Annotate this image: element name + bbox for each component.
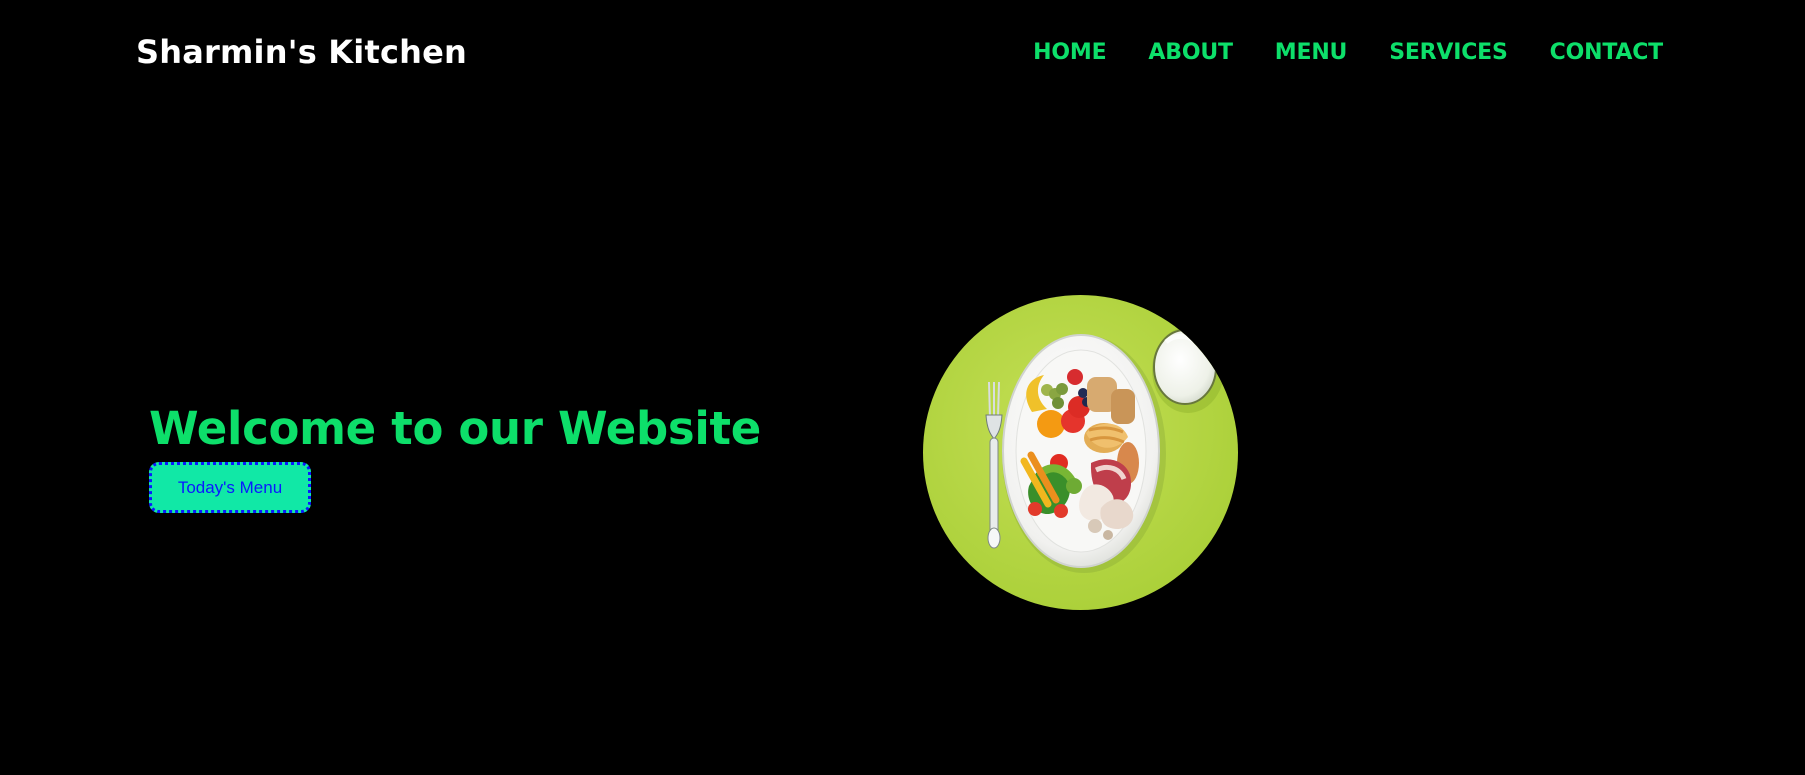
nav-about-link[interactable]: ABOUT (1148, 38, 1233, 68)
todays-menu-button[interactable]: Today's Menu (149, 462, 311, 513)
healthy-meal-plate-image (923, 295, 1238, 610)
hero-title: Welcome to our Website (149, 402, 761, 455)
hero-text-group: Welcome to our Website (149, 398, 769, 460)
nav-menu-link[interactable]: MENU (1275, 38, 1348, 68)
nav-services-link[interactable]: SERVICES (1389, 38, 1508, 68)
site-logo[interactable]: Sharmin's Kitchen (136, 32, 467, 72)
healthy-meal-plate-icon (923, 295, 1238, 610)
nav-home-link[interactable]: HOME (1033, 38, 1106, 68)
main-navigation: HOME ABOUT MENU SERVICES CONTACT (1033, 38, 1663, 68)
nav-contact-link[interactable]: CONTACT (1550, 38, 1664, 68)
home-page: Sharmin's Kitchen HOME ABOUT MENU SERVIC… (0, 0, 1805, 775)
